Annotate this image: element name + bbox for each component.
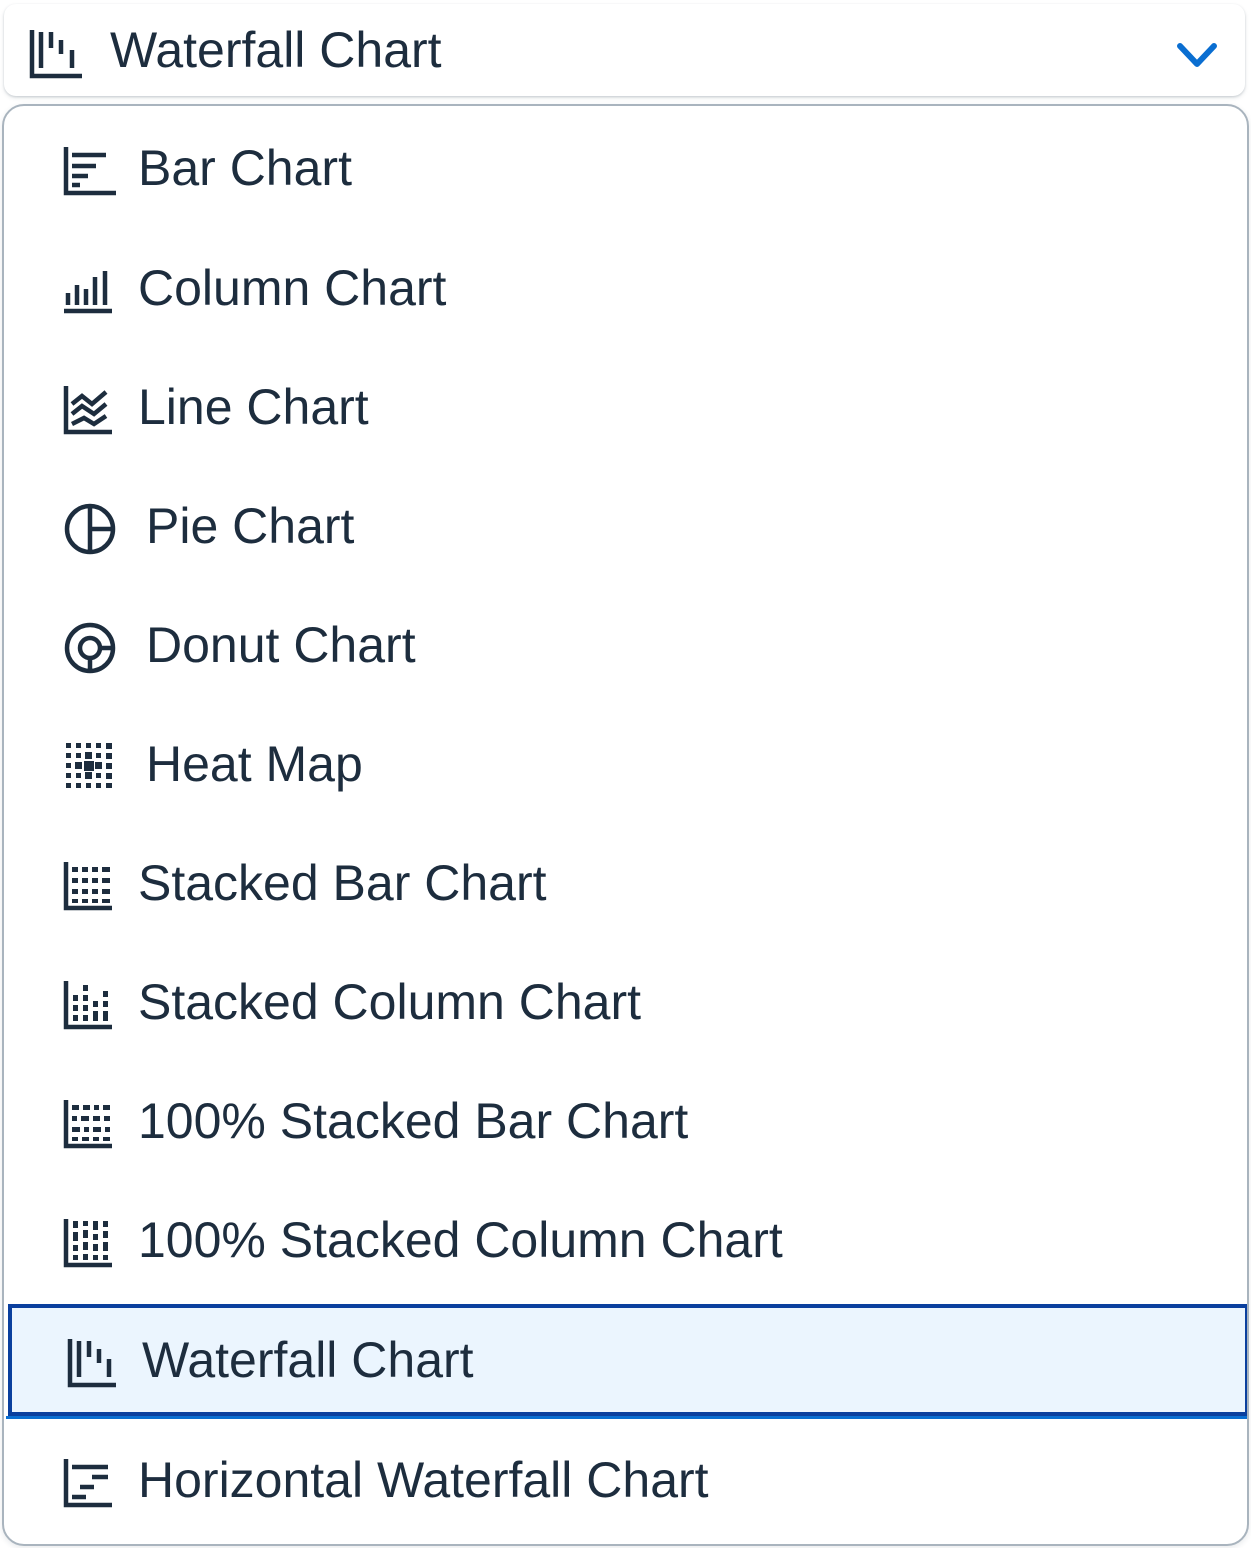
option-label: Pie Chart: [146, 498, 355, 554]
option-waterfall-chart[interactable]: Waterfall Chart: [8, 1304, 1247, 1416]
full-stacked-bar-chart-icon: [62, 1096, 118, 1152]
option-label: Heat Map: [146, 736, 363, 792]
option-100-stacked-bar-chart[interactable]: 100% Stacked Bar Chart: [4, 1065, 1247, 1177]
bar-chart-icon: [62, 143, 118, 199]
option-horizontal-waterfall-chart[interactable]: Horizontal Waterfall Chart: [4, 1424, 1247, 1536]
heat-map-icon: [62, 739, 118, 795]
horizontal-waterfall-chart-icon: [62, 1455, 118, 1511]
option-column-chart[interactable]: Column Chart: [4, 232, 1247, 344]
option-label: Line Chart: [138, 379, 369, 435]
donut-chart-icon: [62, 620, 118, 676]
line-chart-icon: [62, 382, 118, 438]
option-label: 100% Stacked Column Chart: [138, 1212, 783, 1268]
option-line-chart[interactable]: Line Chart: [4, 351, 1247, 463]
full-stacked-column-chart-icon: [62, 1215, 118, 1271]
stacked-bar-chart-icon: [62, 858, 118, 914]
option-label: Bar Chart: [138, 140, 352, 196]
select-value: Waterfall Chart: [110, 22, 442, 78]
pie-chart-icon: [62, 501, 118, 557]
option-heat-map[interactable]: Heat Map: [4, 708, 1247, 820]
option-100-stacked-column-chart[interactable]: 100% Stacked Column Chart: [4, 1184, 1247, 1296]
waterfall-chart-icon: [66, 1335, 122, 1391]
chevron-down-icon[interactable]: [1174, 38, 1220, 74]
waterfall-chart-icon: [28, 26, 84, 82]
option-pie-chart[interactable]: Pie Chart: [4, 470, 1247, 582]
option-label: Donut Chart: [146, 617, 416, 673]
option-label: Stacked Bar Chart: [138, 855, 547, 911]
column-chart-icon: [62, 263, 118, 319]
option-label: 100% Stacked Bar Chart: [138, 1093, 689, 1149]
option-bar-chart[interactable]: Bar Chart: [4, 112, 1247, 224]
option-stacked-column-chart[interactable]: Stacked Column Chart: [4, 946, 1247, 1058]
option-stacked-bar-chart[interactable]: Stacked Bar Chart: [4, 827, 1247, 939]
option-label: Horizontal Waterfall Chart: [138, 1452, 709, 1508]
option-label: Stacked Column Chart: [138, 974, 642, 1030]
selected-indicator: [6, 1416, 1247, 1419]
chart-type-dropdown-list: Bar Chart Column Chart Line Chart Pie Ch…: [2, 104, 1249, 1546]
stacked-column-chart-icon: [62, 977, 118, 1033]
option-donut-chart[interactable]: Donut Chart: [4, 589, 1247, 701]
option-label: Column Chart: [138, 260, 447, 316]
chart-type-select[interactable]: Waterfall Chart: [4, 4, 1245, 96]
option-label: Waterfall Chart: [142, 1332, 474, 1388]
